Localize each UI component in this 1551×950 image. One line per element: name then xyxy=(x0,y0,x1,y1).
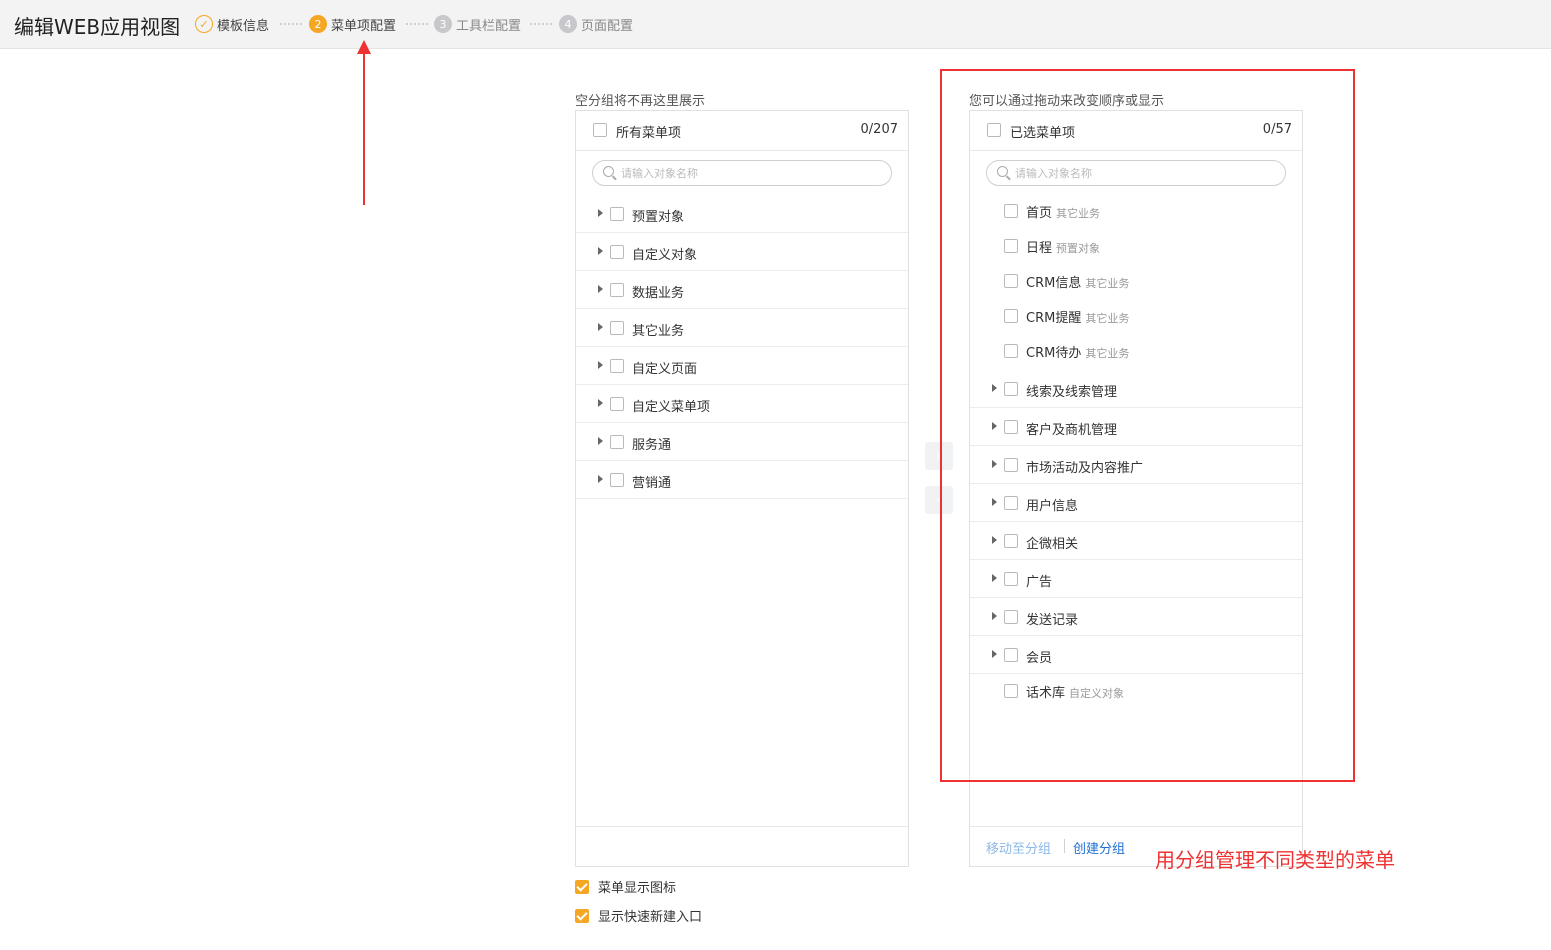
list-item[interactable]: 自定义对象 xyxy=(576,233,908,271)
create-group-link[interactable]: 创建分组 xyxy=(1073,838,1125,857)
list-item[interactable]: 数据业务 xyxy=(576,271,908,309)
step-label: 菜单项配置 xyxy=(331,18,397,34)
item-label: 自定义对象 xyxy=(632,248,698,263)
step-toolbar-config[interactable]: 3 工具栏配置 xyxy=(434,14,521,34)
step-menu-config[interactable]: 2 菜单项配置 xyxy=(309,14,396,34)
step-number: 3 xyxy=(434,15,452,33)
expand-icon[interactable] xyxy=(598,361,603,369)
annotation-note: 用分组管理不同类型的菜单 xyxy=(1155,848,1395,872)
item-checkbox[interactable] xyxy=(610,321,624,335)
list-item[interactable]: 自定义菜单项 xyxy=(576,385,908,423)
expand-icon[interactable] xyxy=(598,475,603,483)
move-to-group-link[interactable]: 移动至分组 xyxy=(986,838,1051,857)
expand-icon[interactable] xyxy=(598,323,603,331)
expand-icon[interactable] xyxy=(598,209,603,217)
annotation-arrow xyxy=(363,50,365,205)
item-label: 其它业务 xyxy=(632,324,685,339)
step-label: 页面配置 xyxy=(581,18,634,34)
option-label: 菜单显示图标 xyxy=(598,881,677,896)
list-item[interactable]: 营销通 xyxy=(576,461,908,499)
step-template-info[interactable]: ✓ 模板信息 xyxy=(195,14,269,34)
select-all-checkbox[interactable] xyxy=(593,123,607,137)
step-number: 2 xyxy=(309,15,327,33)
all-menu-items-panel: 所有菜单项 0/207 预置对象 自定义对象 数据业务 其它业务 自定义页面 自… xyxy=(575,110,909,867)
item-checkbox[interactable] xyxy=(610,207,624,221)
item-checkbox[interactable] xyxy=(610,359,624,373)
item-label: 服务通 xyxy=(632,438,672,453)
show-menu-icons-option[interactable]: 菜单显示图标 xyxy=(575,877,676,896)
footer-divider xyxy=(1064,839,1065,853)
selection-count: 0/207 xyxy=(860,122,898,137)
expand-icon[interactable] xyxy=(598,247,603,255)
list-item[interactable]: 服务通 xyxy=(576,423,908,461)
option-label: 显示快速新建入口 xyxy=(598,910,703,925)
page-title: 编辑WEB应用视图 xyxy=(14,15,181,39)
step-label: 模板信息 xyxy=(217,18,270,34)
show-quick-create-option[interactable]: 显示快速新建入口 xyxy=(575,906,702,925)
item-label: 营销通 xyxy=(632,476,672,491)
check-icon: ✓ xyxy=(195,15,213,33)
step-page-config[interactable]: 4 页面配置 xyxy=(559,14,633,34)
expand-icon[interactable] xyxy=(598,285,603,293)
checkbox-checked-icon[interactable] xyxy=(575,908,589,923)
step-divider xyxy=(280,23,302,27)
search-box xyxy=(592,160,892,186)
item-label: 自定义菜单项 xyxy=(632,400,711,415)
step-divider xyxy=(406,23,428,27)
item-checkbox[interactable] xyxy=(610,435,624,449)
item-checkbox[interactable] xyxy=(610,245,624,259)
left-panel-hint: 空分组将不再这里展示 xyxy=(575,94,706,109)
item-checkbox[interactable] xyxy=(610,283,624,297)
list-item[interactable]: 自定义页面 xyxy=(576,347,908,385)
panel-header-label: 所有菜单项 xyxy=(616,126,682,141)
item-checkbox[interactable] xyxy=(610,473,624,487)
item-checkbox[interactable] xyxy=(610,397,624,411)
checkbox-checked-icon[interactable] xyxy=(575,879,589,894)
list-item[interactable]: 预置对象 xyxy=(576,195,908,233)
annotation-highlight-box xyxy=(940,69,1355,782)
search-icon xyxy=(603,166,614,177)
list-item[interactable]: 其它业务 xyxy=(576,309,908,347)
expand-icon[interactable] xyxy=(598,399,603,407)
search-input[interactable] xyxy=(621,164,851,182)
item-label: 预置对象 xyxy=(632,210,685,225)
expand-icon[interactable] xyxy=(598,437,603,445)
header-bar: 编辑WEB应用视图 ✓ 模板信息 2 菜单项配置 3 工具栏配置 4 页面配置 xyxy=(0,0,1551,49)
step-divider xyxy=(530,23,552,27)
step-label: 工具栏配置 xyxy=(456,18,522,34)
step-number: 4 xyxy=(559,15,577,33)
item-label: 自定义页面 xyxy=(632,362,698,377)
item-label: 数据业务 xyxy=(632,286,685,301)
panel-footer xyxy=(576,826,908,866)
panel-header: 所有菜单项 0/207 xyxy=(576,111,908,151)
